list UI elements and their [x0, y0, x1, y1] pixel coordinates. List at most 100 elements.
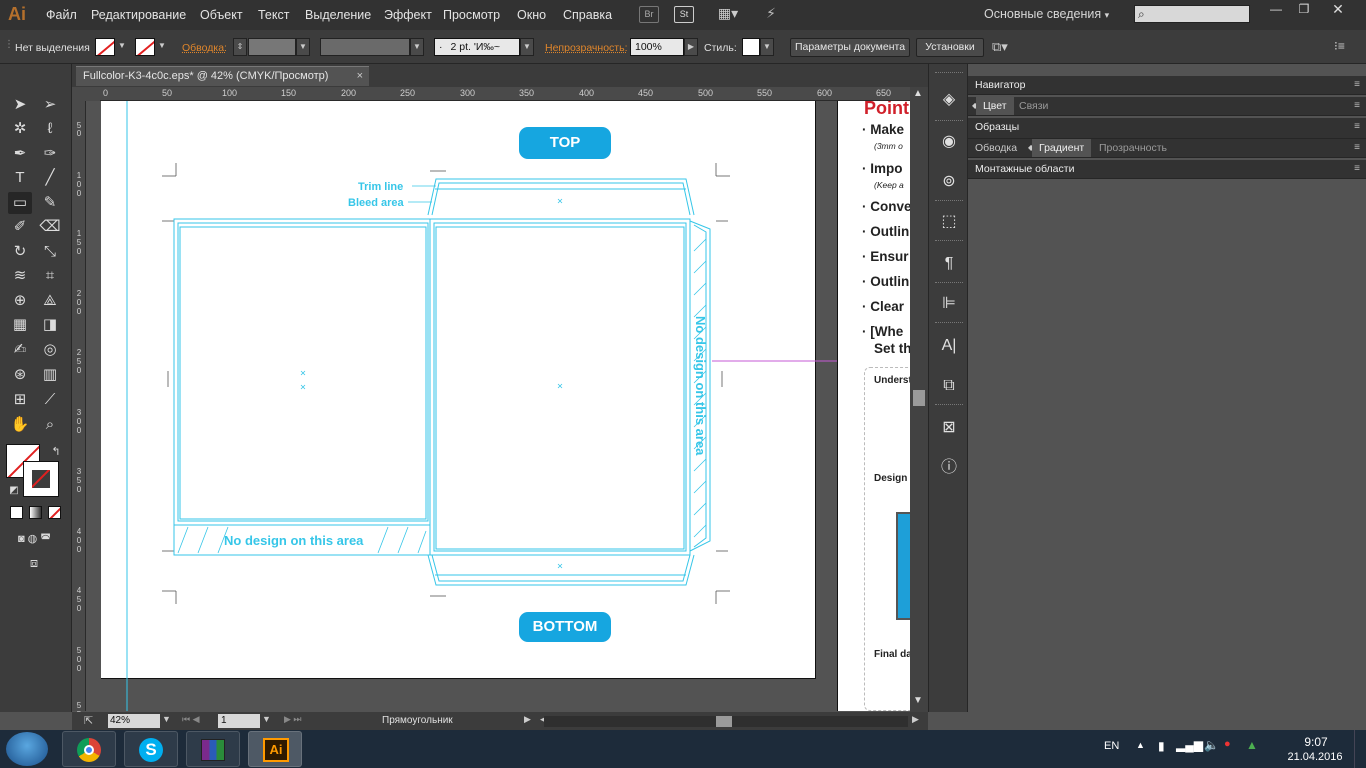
- chevron-right-icon[interactable]: ▶: [684, 38, 698, 56]
- paragraph-icon[interactable]: ¶: [937, 252, 961, 276]
- scroll-thumb[interactable]: [716, 716, 732, 727]
- info-icon[interactable]: ⓘ: [937, 456, 961, 480]
- pencil-tool-icon[interactable]: ✐: [8, 216, 32, 238]
- tab-gradient[interactable]: Градиент: [1032, 139, 1092, 157]
- cc-libraries-icon[interactable]: ⊚: [937, 170, 961, 194]
- artboards-panel-header[interactable]: Монтажные области ≡: [968, 160, 1366, 179]
- bridge-button[interactable]: Br: [639, 6, 659, 23]
- shape-builder-icon[interactable]: ⊕: [8, 290, 32, 312]
- arrange-documents-icon[interactable]: ▦▾: [714, 6, 742, 23]
- panel-menu-icon[interactable]: ≡: [1354, 139, 1360, 157]
- show-hidden-icons-icon[interactable]: ▲: [1136, 740, 1145, 750]
- stroke-weight-field[interactable]: [248, 38, 296, 56]
- panel-menu-icon[interactable]: ≡: [1354, 160, 1360, 178]
- next-artboard-icon[interactable]: ▶ ⏭: [284, 714, 302, 725]
- menu-object[interactable]: Объект: [200, 8, 243, 22]
- chevron-down-icon[interactable]: ▼: [115, 38, 129, 56]
- panel-menu-icon[interactable]: ≡: [1354, 118, 1360, 136]
- mesh-tool-icon[interactable]: ▦: [8, 314, 32, 336]
- document-setup-button[interactable]: Параметры документа: [790, 38, 910, 57]
- variable-width-field[interactable]: [320, 38, 410, 56]
- artboards-icon[interactable]: ⊠: [937, 416, 961, 440]
- canvas[interactable]: Trim line Bleed area No design on this a…: [86, 101, 910, 711]
- start-button[interactable]: [6, 732, 48, 766]
- curvature-tool-icon[interactable]: ✑: [38, 143, 62, 165]
- menu-select[interactable]: Выделение: [305, 8, 371, 22]
- horizontal-scrollbar[interactable]: [544, 716, 908, 727]
- preferences-button[interactable]: Установки: [916, 38, 984, 57]
- slice-tool-icon[interactable]: ⟋: [38, 389, 62, 411]
- share-icon[interactable]: ⇱: [84, 714, 93, 727]
- menu-effect[interactable]: Эффект: [384, 8, 432, 22]
- default-colors-icon[interactable]: ◩: [2, 480, 26, 502]
- menu-type[interactable]: Текст: [258, 8, 289, 22]
- vertical-scrollbar[interactable]: ▲ ▼: [910, 87, 928, 712]
- vertical-ruler[interactable]: 5 0 100 150 200 250 300 350 400 450 500 …: [72, 101, 86, 728]
- brush-definition-field[interactable]: · 2 pt. 'И‰~: [434, 38, 520, 56]
- antivirus-icon[interactable]: ●: [1224, 738, 1231, 750]
- document-tab[interactable]: Fullcolor-K3-4c0c.eps* @ 42% (CMYK/Просм…: [76, 66, 369, 86]
- horizontal-ruler[interactable]: 0 50 100 150 200 250 300 350 400 450 500…: [100, 87, 910, 101]
- scale-tool-icon[interactable]: ⤡: [38, 241, 62, 263]
- arrange-icon[interactable]: ⧉▾: [992, 39, 1008, 55]
- panel-menu-icon[interactable]: ≡: [1354, 97, 1360, 115]
- battery-icon[interactable]: ▮: [1158, 739, 1165, 753]
- status-menu-icon[interactable]: ▶: [524, 714, 531, 725]
- first-artboard-icon[interactable]: ⏮ ◀: [182, 714, 200, 725]
- stroke-color-swatch[interactable]: [23, 461, 59, 497]
- menu-window[interactable]: Окно: [517, 8, 546, 22]
- swatches-panel-header[interactable]: Образцы ≡: [968, 118, 1366, 139]
- panel-menu-icon[interactable]: ⁝≡: [1334, 39, 1345, 53]
- stroke-panel-header[interactable]: Обводка ◆ Градиент Прозрачность ≡: [968, 139, 1366, 158]
- artboard-tool-icon[interactable]: ⊞: [8, 389, 32, 411]
- selection-tool-icon[interactable]: ➤: [8, 94, 32, 116]
- tab-navigator[interactable]: Навигатор: [968, 76, 1033, 94]
- restore-button[interactable]: ❐: [1286, 0, 1322, 18]
- transform-icon[interactable]: ⬚: [937, 210, 961, 234]
- opacity-field[interactable]: 100%: [630, 38, 684, 56]
- zoom-field[interactable]: 42%: [108, 714, 160, 728]
- hand-tool-icon[interactable]: ✋: [8, 414, 32, 436]
- clock-time[interactable]: 9:07: [1286, 735, 1346, 749]
- paintbrush-icon[interactable]: ✎: [38, 192, 62, 214]
- rotate-tool-icon[interactable]: ↻: [8, 241, 32, 263]
- zoom-tool-icon[interactable]: ⌕: [38, 414, 62, 436]
- style-swatch[interactable]: [742, 38, 760, 56]
- skype-taskbar-icon[interactable]: S: [124, 731, 178, 767]
- chevron-down-icon[interactable]: ▼: [262, 714, 271, 724]
- opacity-label[interactable]: Непрозрачность:: [545, 42, 628, 54]
- chrome-taskbar-icon[interactable]: [62, 731, 116, 767]
- type-tool-icon[interactable]: T: [8, 167, 32, 189]
- close-button[interactable]: ✕: [1320, 0, 1356, 18]
- stroke-weight-stepper[interactable]: ⇕: [233, 38, 247, 56]
- rectangle-tool-icon[interactable]: ▭: [8, 192, 32, 214]
- pen-tool-icon[interactable]: ✒: [8, 143, 32, 165]
- network-signal-icon[interactable]: ▂▄▆: [1176, 738, 1203, 752]
- draw-mode-icon[interactable]: ◙◍◚: [8, 528, 64, 550]
- warp-tool-icon[interactable]: ≋: [8, 265, 32, 287]
- workspace-switcher[interactable]: Основные сведения ▾: [984, 7, 1109, 21]
- menu-help[interactable]: Справка: [563, 8, 612, 22]
- chevron-down-icon[interactable]: ▼: [296, 38, 310, 56]
- winrar-taskbar-icon[interactable]: [186, 731, 240, 767]
- tab-stroke[interactable]: Обводка: [968, 139, 1024, 157]
- chevron-down-icon[interactable]: ▼: [760, 38, 774, 56]
- navigator-panel-header[interactable]: Навигатор ≡: [968, 76, 1366, 95]
- chevron-down-icon[interactable]: ▼: [155, 38, 169, 56]
- appearance-icon[interactable]: ◉: [937, 130, 961, 154]
- lasso-icon[interactable]: ℓ: [38, 118, 62, 140]
- ruler-origin[interactable]: [72, 87, 100, 101]
- close-tab-icon[interactable]: ×: [357, 67, 363, 85]
- column-graph-icon[interactable]: ▥: [38, 364, 62, 386]
- tab-artboards[interactable]: Монтажные области: [968, 160, 1082, 178]
- screen-mode-icon[interactable]: ⧈: [22, 552, 46, 574]
- menu-edit[interactable]: Редактирование: [91, 8, 186, 22]
- gpu-performance-icon[interactable]: ⚡: [760, 6, 782, 23]
- panel-menu-icon[interactable]: ≡: [1354, 76, 1360, 94]
- scroll-up-icon[interactable]: ▲: [913, 88, 923, 99]
- scroll-down-icon[interactable]: ▼: [913, 695, 923, 706]
- symbol-sprayer-icon[interactable]: ⊛: [8, 364, 32, 386]
- packaging-template[interactable]: Trim line Bleed area No design on this a…: [86, 101, 910, 711]
- search-input[interactable]: ⌕: [1134, 5, 1250, 23]
- eyedropper-icon[interactable]: ✍: [8, 339, 32, 361]
